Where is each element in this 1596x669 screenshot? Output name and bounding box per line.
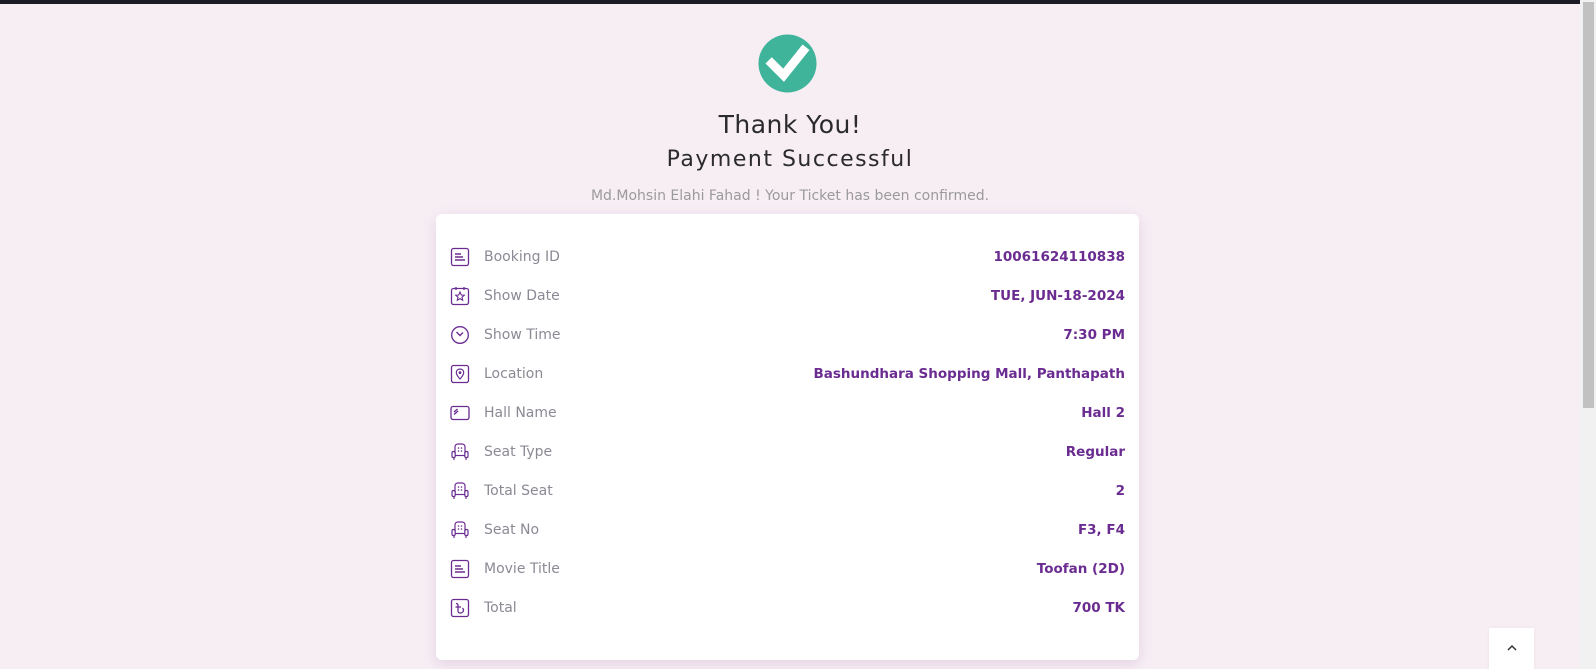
seat-icon	[450, 481, 470, 501]
row-value: 7:30 PM	[1063, 327, 1125, 343]
row-hall-name: Hall Name Hall 2	[450, 399, 1125, 427]
chevron-up-icon	[1506, 639, 1518, 658]
row-value: Bashundhara Shopping Mall, Panthapath	[813, 366, 1125, 382]
page-content: Thank You! Payment Successful Md.Mohsin …	[0, 0, 1580, 669]
check-circle-icon	[758, 34, 817, 93]
row-value: Toofan (2D)	[1036, 561, 1125, 577]
row-value: 10061624110838	[993, 249, 1125, 265]
row-movie-title: Movie Title Toofan (2D)	[450, 555, 1125, 583]
row-show-date: Show Date TUE, JUN-18-2024	[450, 282, 1125, 310]
row-show-time: Show Time 7:30 PM	[450, 321, 1125, 349]
row-label: Seat No	[484, 522, 540, 538]
row-value: F3, F4	[1077, 522, 1125, 538]
row-value: 700 TK	[1072, 600, 1125, 616]
row-label: Booking ID	[484, 249, 560, 265]
row-label: Location	[484, 366, 544, 382]
row-label: Movie Title	[484, 561, 560, 577]
clock-icon	[450, 325, 470, 345]
row-value: 2	[1115, 483, 1125, 499]
ticket-icon	[450, 403, 470, 423]
scrollbar-thumb[interactable]	[1583, 2, 1594, 408]
row-value: Hall 2	[1081, 405, 1125, 421]
taka-icon	[450, 598, 470, 618]
row-label: Total Seat	[484, 483, 553, 499]
row-location: Location Bashundhara Shopping Mall, Pant…	[450, 360, 1125, 388]
list-icon	[450, 247, 470, 267]
confirmation-message: Md.Mohsin Elahi Fahad ! Your Ticket has …	[590, 188, 990, 204]
seat-icon	[450, 520, 470, 540]
row-label: Show Date	[484, 288, 560, 304]
seat-icon	[450, 442, 470, 462]
row-label: Hall Name	[484, 405, 557, 421]
back-to-top-button[interactable]	[1489, 628, 1534, 669]
row-label: Seat Type	[484, 444, 553, 460]
row-value: TUE, JUN-18-2024	[990, 288, 1125, 304]
row-total-seat: Total Seat 2	[450, 477, 1125, 505]
vertical-scrollbar[interactable]	[1580, 0, 1596, 669]
row-total: Total 700 TK	[450, 594, 1125, 622]
list-icon	[450, 559, 470, 579]
row-label: Total	[484, 600, 517, 616]
ticket-details-card: Booking ID 10061624110838 Show Date TUE,…	[436, 214, 1139, 660]
row-booking-id: Booking ID 10061624110838	[450, 243, 1125, 271]
row-seat-type: Seat Type Regular	[450, 438, 1125, 466]
calendar-star-icon	[450, 286, 470, 306]
row-seat-no: Seat No F3, F4	[450, 516, 1125, 544]
location-pin-icon	[450, 364, 470, 384]
thank-you-heading: Thank You!	[718, 110, 862, 139]
row-value: Regular	[1065, 444, 1125, 460]
payment-success-heading: Payment Successful	[666, 147, 914, 172]
row-label: Show Time	[484, 327, 561, 343]
